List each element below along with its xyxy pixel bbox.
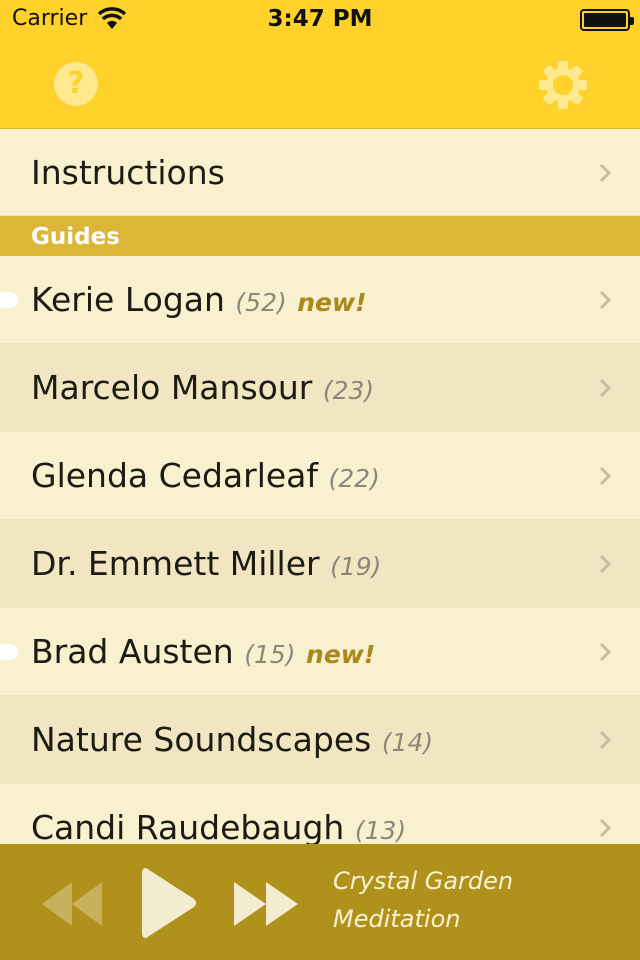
guide-label: Kerie Logan (52) new! [31,256,367,347]
guide-label: Marcelo Mansour (23) [31,344,374,435]
now-playing-title[interactable]: Crystal Garden Meditation [333,862,513,938]
guide-count: (22) [328,464,380,493]
guide-count: (13) [354,816,407,844]
help-button[interactable]: ? [54,62,98,106]
now-playing-line-2: Meditation [333,905,461,933]
instructions-label: Instructions [31,153,225,192]
top-bar: Carrier 3:47 PM ? [0,0,640,129]
guide-name: Brad Austen [31,632,234,671]
guide-label: Dr. Emmett Miller (19) [31,520,381,611]
guide-name: Marcelo Mansour [31,368,313,407]
guide-count: (14) [381,728,434,757]
unread-indicator [0,292,18,308]
chevron-right-icon [599,378,612,398]
chevron-right-icon [599,466,612,486]
status-bar: Carrier 3:47 PM [0,0,640,40]
battery-icon [580,9,634,31]
new-badge: new! [297,288,367,317]
player-bar: Crystal Garden Meditation [0,844,640,960]
now-playing-line-1: Crystal Garden [333,867,514,895]
guide-label: Brad Austen (15) new! [31,608,375,699]
gear-icon[interactable] [538,60,588,110]
guide-row[interactable]: Glenda Cedarleaf (22) [0,432,640,520]
guide-row[interactable]: Dr. Emmett Miller (19) [0,520,640,608]
guide-row[interactable]: Marcelo Mansour (23) [0,344,640,432]
guide-count: (19) [330,552,382,581]
section-header-guides: Guides [0,216,640,256]
guide-label: Nature Soundscapes (14) [31,696,433,787]
guide-row[interactable]: Nature Soundscapes (14) [0,696,640,784]
guide-name: Candi Raudebaugh [31,808,345,844]
chevron-right-icon [599,290,612,310]
chevron-right-icon [599,642,612,662]
fast-forward-icon[interactable] [232,880,300,928]
unread-indicator [0,644,18,660]
guide-row[interactable]: Candi Raudebaugh (13) [0,784,640,844]
new-badge: new! [306,640,376,669]
guide-row[interactable]: Kerie Logan (52) new! [0,256,640,344]
guide-list: Instructions Guides Kerie Logan (52) new… [0,129,640,844]
question-circle-icon: ? [67,66,85,101]
guide-name: Dr. Emmett Miller [31,544,320,583]
play-icon[interactable] [140,864,198,942]
guide-label: Glenda Cedarleaf (22) [31,432,380,523]
chevron-right-icon [599,163,612,183]
guide-name: Kerie Logan [31,280,225,319]
guide-count: (23) [322,376,375,405]
guide-label: Candi Raudebaugh (13) [31,784,406,844]
guide-count: (15) [244,640,296,669]
instructions-row[interactable]: Instructions [0,129,640,216]
chevron-right-icon [599,818,612,838]
guide-name: Glenda Cedarleaf [31,456,319,495]
chevron-right-icon [599,730,612,750]
rewind-icon[interactable] [38,880,104,928]
guide-row[interactable]: Brad Austen (15) new! [0,608,640,696]
guide-count: (52) [235,288,287,317]
clock: 3:47 PM [267,6,373,32]
guide-name: Nature Soundscapes [31,720,372,759]
chevron-right-icon [599,554,612,574]
